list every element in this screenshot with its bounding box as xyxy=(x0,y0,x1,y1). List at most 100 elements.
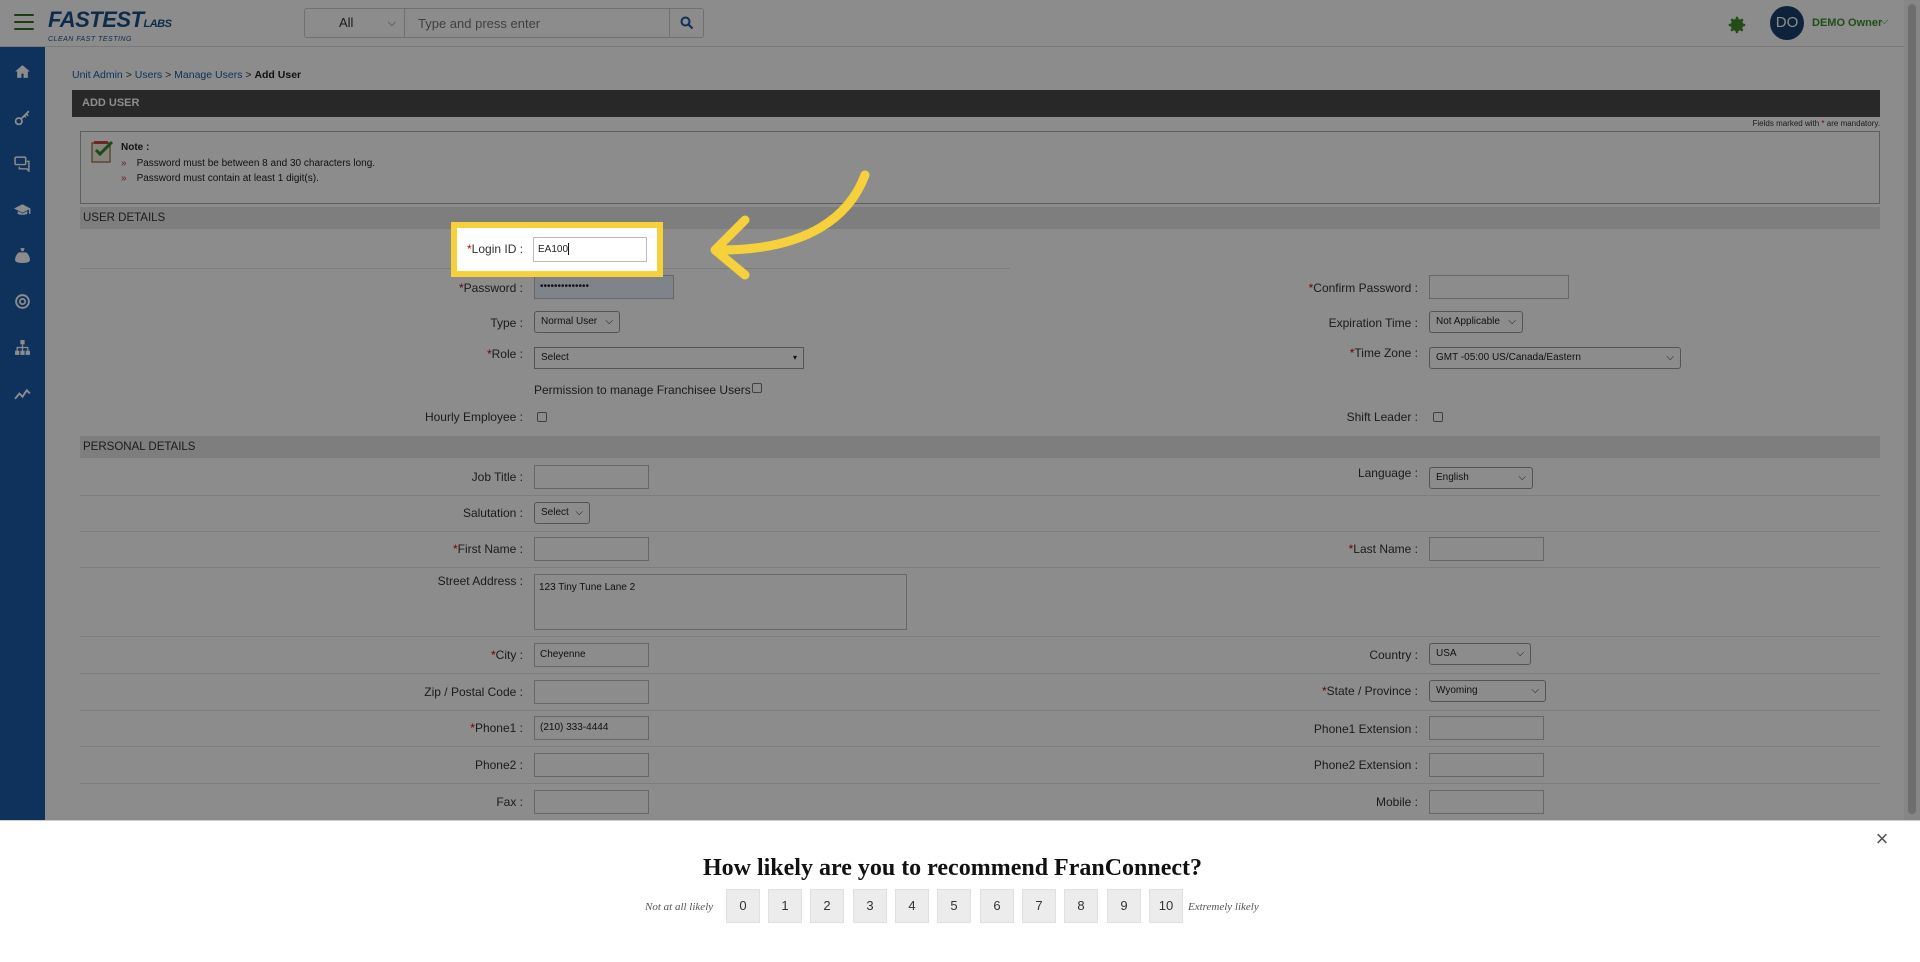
type-select[interactable]: Normal User ⌵ xyxy=(534,311,620,333)
job-title-field[interactable] xyxy=(534,465,649,489)
breadcrumb-unit-admin[interactable]: Unit Admin xyxy=(72,69,123,81)
scrollbar[interactable] xyxy=(1904,0,1920,820)
logo-tagline: CLEAN FAST TESTING xyxy=(48,36,132,43)
pointer-arrow-icon xyxy=(710,170,870,280)
hamburger-menu-icon[interactable] xyxy=(14,14,34,32)
first-name-field[interactable] xyxy=(534,537,649,561)
note-line: » Password must be between 8 and 30 chara… xyxy=(121,158,375,169)
phone1-extension-field[interactable] xyxy=(1429,716,1544,740)
logo-brand: FASTEST xyxy=(48,7,144,32)
city-field[interactable]: Cheyenne xyxy=(534,643,649,667)
user-details-heading: USER DETAILS xyxy=(80,207,1880,229)
state-label: *State / Province : xyxy=(1321,684,1418,698)
search-button[interactable] xyxy=(669,9,703,37)
country-select[interactable]: USA ⌵ xyxy=(1429,643,1531,665)
language-select[interactable]: English ⌵ xyxy=(1429,467,1533,489)
scale-high-label: Extremely likely xyxy=(1188,901,1259,913)
breadcrumb-users[interactable]: Users xyxy=(135,69,162,81)
support-icon[interactable] xyxy=(14,293,31,310)
breadcrumb-current: Add User xyxy=(254,69,302,81)
score-button[interactable]: 8 xyxy=(1064,889,1098,923)
avatar[interactable]: DO xyxy=(1770,6,1804,40)
breadcrumb-separator: > xyxy=(165,69,172,81)
score-button[interactable]: 0 xyxy=(726,889,760,923)
note-bullet: » xyxy=(121,158,127,169)
score-button[interactable]: 3 xyxy=(853,889,887,923)
chevron-down-icon: ⌵ xyxy=(1531,685,1539,696)
expiration-value: Not Applicable xyxy=(1436,316,1500,327)
page-title: ADD USER xyxy=(72,90,1880,117)
role-select[interactable]: Select ▾ xyxy=(534,347,804,369)
divider xyxy=(80,673,1880,674)
graduation-cap-icon[interactable] xyxy=(14,201,31,218)
phone2-extension-field[interactable] xyxy=(1429,753,1544,777)
timezone-label: *Time Zone : xyxy=(1349,346,1418,360)
zip-field[interactable] xyxy=(534,680,649,704)
close-icon[interactable]: × xyxy=(1872,828,1892,850)
last-name-field[interactable] xyxy=(1429,537,1544,561)
permission-checkbox[interactable] xyxy=(752,383,762,393)
state-select[interactable]: Wyoming ⌵ xyxy=(1429,680,1546,702)
divider xyxy=(80,495,1880,496)
mobile-field[interactable] xyxy=(1429,790,1544,814)
note-line: » Password must contain at least 1 digit(… xyxy=(121,173,319,184)
score-button[interactable]: 2 xyxy=(810,889,844,923)
chat-icon[interactable] xyxy=(14,155,31,172)
city-label: *City : xyxy=(490,648,523,662)
divider xyxy=(80,636,1880,637)
analytics-icon[interactable] xyxy=(14,385,31,402)
score-button[interactable]: 5 xyxy=(937,889,971,923)
score-button[interactable]: 4 xyxy=(895,889,929,923)
phone1-label-text: Phone1 : xyxy=(474,721,523,735)
logo-labs: LABS xyxy=(143,18,172,30)
score-button[interactable]: 10 xyxy=(1149,889,1183,923)
score-button[interactable]: 6 xyxy=(980,889,1014,923)
score-button[interactable]: 7 xyxy=(1022,889,1056,923)
expiration-select[interactable]: Not Applicable ⌵ xyxy=(1429,311,1523,333)
login-id-highlight: *Login ID : EA100 xyxy=(451,222,663,277)
expiration-label: Expiration Time : xyxy=(1328,316,1418,330)
zip-label: Zip / Postal Code : xyxy=(424,685,523,699)
login-id-field[interactable]: EA100 xyxy=(533,237,647,262)
timezone-select[interactable]: GMT -05:00 US/Canada/Eastern ⌵ xyxy=(1429,347,1681,369)
password-field[interactable]: •••••••••••••• xyxy=(534,275,674,299)
chevron-down-icon[interactable]: ⌵ xyxy=(1880,15,1888,28)
type-value: Normal User xyxy=(541,316,598,327)
search-input[interactable] xyxy=(406,9,672,37)
shift-leader-checkbox[interactable] xyxy=(1433,412,1443,422)
search-scope-value: All xyxy=(339,15,354,30)
breadcrumb-manage-users[interactable]: Manage Users xyxy=(174,69,242,81)
org-chart-icon[interactable] xyxy=(14,339,31,356)
permission-label: Permission to manage Franchisee Users xyxy=(534,383,751,397)
hourly-employee-checkbox[interactable] xyxy=(537,412,547,422)
gear-icon[interactable] xyxy=(1726,14,1748,36)
type-label: Type : xyxy=(490,316,523,330)
phone2-field[interactable] xyxy=(534,753,649,777)
salutation-select[interactable]: Select ⌵ xyxy=(534,502,590,524)
search-scope-select[interactable]: All ⌵ xyxy=(305,9,405,37)
password-label: *Password : xyxy=(458,281,523,295)
phone1-field[interactable]: (210) 333-4444 xyxy=(534,716,649,740)
money-bag-icon[interactable] xyxy=(14,247,31,264)
logo[interactable]: FASTESTLABS CLEAN FAST TESTING xyxy=(48,7,172,44)
street-address-field[interactable]: 123 Tiny Tune Lane 2 xyxy=(534,574,907,630)
user-menu[interactable]: DEMO Owner xyxy=(1812,17,1882,29)
score-button[interactable]: 9 xyxy=(1107,889,1141,923)
fax-field[interactable] xyxy=(534,790,649,814)
last-name-label: *Last Name : xyxy=(1348,542,1418,556)
confirm-password-field[interactable] xyxy=(1429,275,1569,299)
scrollbar-thumb[interactable] xyxy=(1908,4,1916,814)
divider xyxy=(80,783,1880,784)
phone2-extension-label: Phone2 Extension : xyxy=(1313,758,1418,772)
login-id-label-text: Login ID : xyxy=(471,242,524,256)
home-icon[interactable] xyxy=(14,63,31,80)
chevron-down-icon: ⌵ xyxy=(1508,316,1516,327)
key-icon[interactable] xyxy=(14,109,31,126)
chevron-down-icon: ⌵ xyxy=(575,507,583,518)
first-name-label-text: First Name : xyxy=(457,542,523,556)
score-button[interactable]: 1 xyxy=(768,889,802,923)
mandatory-prefix: Fields marked with xyxy=(1752,119,1820,128)
country-value: USA xyxy=(1436,648,1457,659)
search-icon xyxy=(680,16,693,30)
note-bullet: » xyxy=(121,173,127,184)
